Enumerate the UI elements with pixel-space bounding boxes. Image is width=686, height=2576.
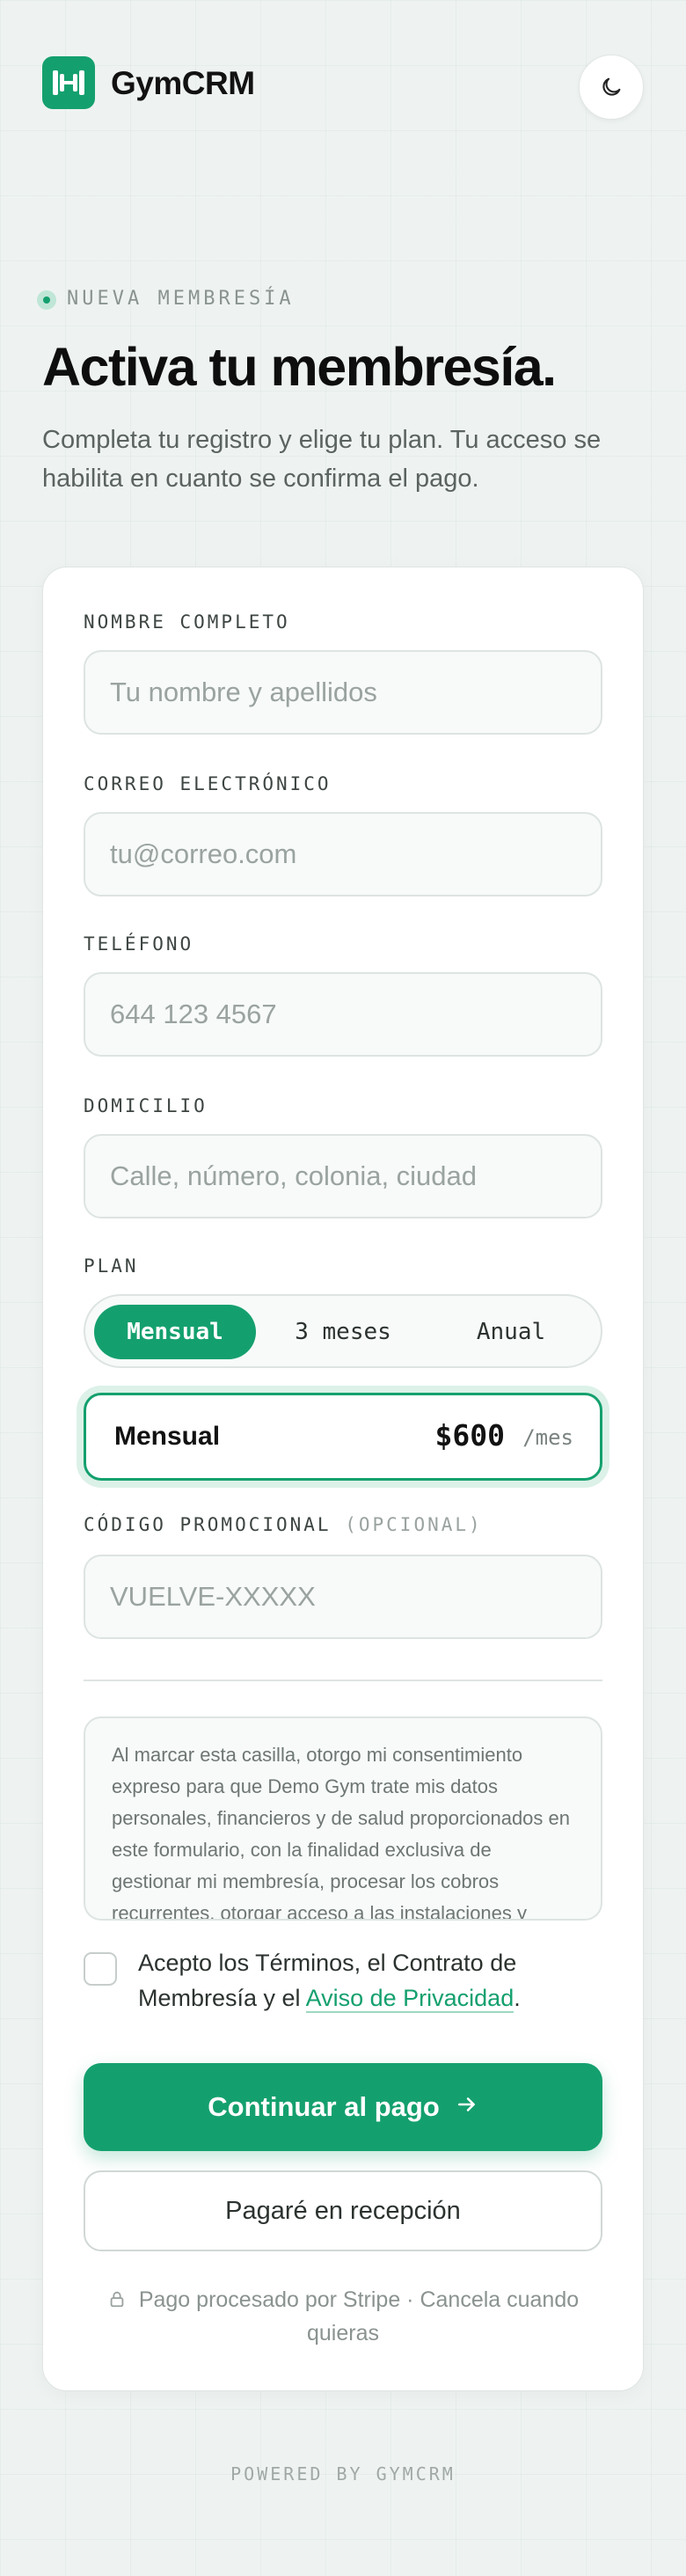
promo-label-text: CÓDIGO PROMOCIONAL (84, 1514, 332, 1535)
pay-at-reception-button[interactable]: Pagaré en recepción (84, 2170, 602, 2251)
continue-to-payment-button[interactable]: Continuar al pago (84, 2063, 602, 2151)
registration-form-card: NOMBRE COMPLETO Tu nombre y apellidos CO… (42, 567, 644, 2391)
promo-label: CÓDIGO PROMOCIONAL (OPCIONAL) (84, 1514, 483, 1535)
status-dot-icon (37, 290, 56, 310)
plan-summary-name: Mensual (114, 1422, 221, 1451)
accept-terms-suffix: . (514, 1985, 521, 2011)
promo-label-optional: (OPCIONAL) (345, 1514, 483, 1535)
address-label: DOMICILIO (84, 1095, 208, 1116)
divider (84, 1680, 602, 1681)
powered-by: POWERED BY GYMCRM (230, 2463, 456, 2485)
header: GymCRM (42, 55, 644, 120)
plan-summary-price: $600 (434, 1418, 505, 1453)
plan-selector: Mensual 3 meses Anual (84, 1294, 602, 1368)
email-input[interactable]: tu@correo.com (84, 812, 602, 896)
name-input[interactable]: Tu nombre y apellidos (84, 650, 602, 735)
accept-terms-text: Acepto los Términos, el Contrato de Memb… (138, 1945, 604, 2016)
phone-input[interactable]: 644 123 4567 (84, 972, 602, 1057)
payment-footnote: Pago procesado por Stripe · Cancela cuan… (84, 2283, 602, 2350)
logo (42, 56, 95, 109)
accept-terms-checkbox[interactable] (84, 1952, 117, 1986)
consent-text-box[interactable]: Al marcar esta casilla, otorgo mi consen… (84, 1716, 602, 1921)
phone-label: TELÉFONO (84, 933, 194, 955)
plan-summary: Mensual $600 /mes (84, 1393, 602, 1481)
arrow-right-icon (456, 2091, 478, 2123)
page-title: Activa tu membresía. (42, 337, 557, 397)
continue-label: Continuar al pago (208, 2091, 440, 2122)
privacy-notice-link[interactable]: Aviso de Privacidad (305, 1985, 514, 2013)
promo-code-input[interactable]: VUELVE-XXXXX (84, 1555, 602, 1639)
plan-option-anual[interactable]: Anual (430, 1305, 592, 1359)
address-input[interactable]: Calle, número, colonia, ciudad (84, 1134, 602, 1218)
page-subtitle: Completa tu registro y elige tu plan. Tu… (42, 426, 602, 493)
name-label: NOMBRE COMPLETO (84, 611, 290, 633)
plan-option-3-meses[interactable]: 3 meses (261, 1305, 425, 1359)
theme-toggle-button[interactable] (579, 55, 644, 120)
plan-summary-period: /mes (522, 1425, 573, 1450)
brand-name: GymCRM (111, 65, 255, 101)
lock-icon (107, 2287, 139, 2312)
consent-text: Al marcar esta casilla, otorgo mi consen… (112, 1744, 570, 1921)
footnote-text: Pago procesado por Stripe · Cancela cuan… (138, 2287, 580, 2345)
eyebrow-text: NUEVA MEMBRESÍA (67, 288, 295, 310)
plan-label: PLAN (84, 1255, 139, 1277)
email-label: CORREO ELECTRÓNICO (84, 773, 332, 794)
plan-option-mensual[interactable]: Mensual (94, 1305, 256, 1359)
